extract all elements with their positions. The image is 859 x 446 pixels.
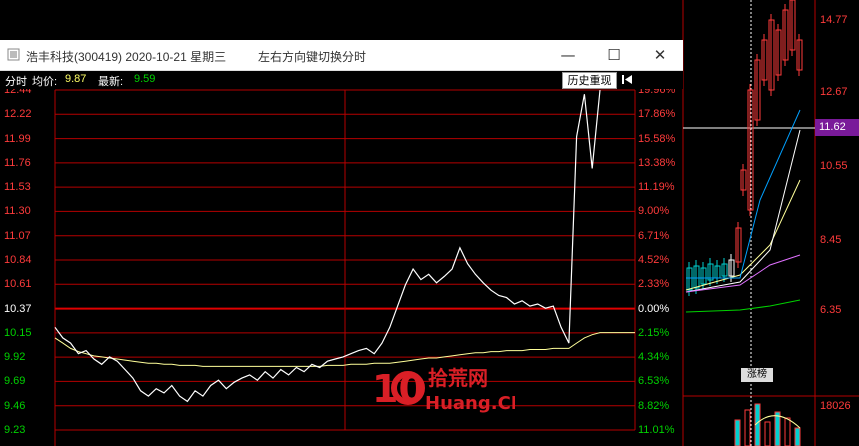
right-tick-label: 2.15% xyxy=(638,326,670,339)
volume-bar xyxy=(744,409,751,446)
right-tick-label: 17.86% xyxy=(638,108,676,121)
left-tick-label: 10.84 xyxy=(4,254,32,266)
volume-bar xyxy=(764,421,771,446)
window-titlebar[interactable]: 浩丰科技(300419) 2020-10-21 星期三 左右方向键切换分时 — … xyxy=(0,40,683,71)
left-tick-label: 12.22 xyxy=(4,108,32,121)
watermark: 10 拾荒网 Huang.CN xyxy=(370,362,526,414)
right-tick-label: 6.53% xyxy=(638,375,670,388)
volume-bar xyxy=(784,417,791,446)
right-tick-label: 0.00% xyxy=(638,302,670,315)
left-tick-label: 9.23 xyxy=(4,424,26,436)
daily-tick-label: 8.45 xyxy=(820,234,842,246)
rank-tag: 涨榜 xyxy=(741,368,773,382)
left-tick-label: 9.92 xyxy=(4,351,26,364)
left-tick-label: 9.46 xyxy=(4,399,26,412)
right-tick-label: 4.52% xyxy=(638,254,670,266)
left-tick-label: 11.07 xyxy=(4,229,31,242)
daily-tick-label: 14.77 xyxy=(820,14,848,26)
left-tick-label: 9.69 xyxy=(4,375,26,388)
window-hint: 左右方向键切换分时 xyxy=(258,50,367,64)
mode-label: 分时 xyxy=(5,76,27,88)
right-tick-label: 8.82% xyxy=(638,399,670,412)
price-line xyxy=(54,89,601,403)
right-tick-label: 15.58% xyxy=(638,132,676,145)
right-tick-label: 2.33% xyxy=(638,278,670,291)
right-tick-label: 11.01% xyxy=(638,424,675,436)
history-replay-button[interactable]: 历史重现 xyxy=(562,72,617,89)
left-tick-label: 10.37 xyxy=(4,302,32,315)
left-tick-label: 10.61 xyxy=(4,278,32,291)
daily-tick-label: 12.67 xyxy=(820,86,848,98)
latest-label: 最新: xyxy=(98,76,124,88)
avg-label: 均价: xyxy=(32,76,58,88)
left-tick-label: 11.99 xyxy=(4,132,31,145)
watermark-bottom: Huang.CN xyxy=(425,393,515,414)
volume-bar xyxy=(794,427,801,446)
close-button[interactable]: ✕ xyxy=(637,40,683,70)
app-icon xyxy=(7,48,20,61)
volume-bar xyxy=(774,411,781,446)
left-tick-label: 10.15 xyxy=(4,326,32,339)
right-tick-label: 13.38% xyxy=(638,156,676,169)
daily-volume-label: 18026 xyxy=(820,400,851,412)
right-tick-label: 11.19% xyxy=(638,181,675,194)
latest-value: 9.59 xyxy=(134,73,156,85)
daily-tick-label: 6.35 xyxy=(820,304,842,316)
right-tick-label: 9.00% xyxy=(638,205,670,218)
window-title: 浩丰科技(300419) 2020-10-21 星期三 xyxy=(26,50,227,64)
rewind-icon[interactable] xyxy=(620,72,634,87)
chart-grid xyxy=(54,89,636,446)
volume-bar xyxy=(734,419,741,446)
ma-line xyxy=(685,299,801,313)
volume-bar xyxy=(754,403,761,446)
minimize-button[interactable]: — xyxy=(545,40,591,70)
watermark-top: 拾荒网 xyxy=(428,366,488,390)
maximize-button[interactable]: ☐ xyxy=(591,40,637,70)
left-tick-label: 11.76 xyxy=(4,156,31,169)
daily-tick-label: 10.55 xyxy=(820,160,848,172)
avg-value: 9.87 xyxy=(65,73,87,85)
right-tick-label: 6.71% xyxy=(638,229,670,242)
right-tick-label: 4.34% xyxy=(638,351,670,364)
left-tick-label: 11.30 xyxy=(4,205,31,218)
left-tick-label: 11.53 xyxy=(4,181,31,194)
current-price-tag: 11.62 xyxy=(815,119,859,136)
